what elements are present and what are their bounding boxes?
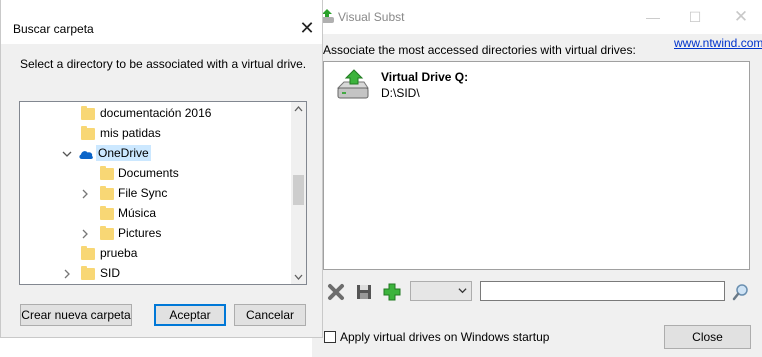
tree-item-label: prueba bbox=[100, 246, 138, 260]
browse-folder-dialog: Buscar carpeta ✕ Select a directory to b… bbox=[0, 0, 323, 338]
dialog-titlebar: Buscar carpeta ✕ bbox=[1, 0, 322, 44]
folder-icon bbox=[100, 206, 114, 220]
add-icon[interactable] bbox=[382, 282, 402, 302]
chevron-right-icon[interactable] bbox=[80, 229, 90, 239]
tree-item-sid[interactable]: SID bbox=[20, 264, 292, 284]
tree-item-label: SID bbox=[100, 266, 121, 280]
tree-item-label: Documents bbox=[118, 166, 179, 180]
chevron-down-icon[interactable] bbox=[62, 149, 72, 159]
tree-item-label: documentación 2016 bbox=[100, 106, 212, 120]
virtual-drive-list[interactable]: Virtual Drive Q: D:\SID\ bbox=[323, 61, 750, 270]
folder-icon bbox=[81, 246, 95, 260]
ok-button[interactable]: Aceptar bbox=[154, 304, 226, 326]
save-icon[interactable] bbox=[354, 282, 374, 302]
folder-icon bbox=[100, 226, 114, 240]
path-input[interactable] bbox=[480, 281, 725, 301]
close-button[interactable]: Close bbox=[664, 325, 751, 349]
drive-name: Virtual Drive Q: bbox=[381, 70, 469, 84]
tree-item-mis-patidas[interactable]: mis patidas bbox=[20, 124, 292, 144]
chevron-right-icon[interactable] bbox=[62, 269, 72, 279]
onedrive-cloud-icon bbox=[79, 151, 93, 159]
tree-item-label: File Sync bbox=[118, 186, 168, 200]
delete-icon[interactable] bbox=[326, 282, 346, 302]
tree-item-documents[interactable]: Documents bbox=[20, 164, 292, 184]
maximize-button[interactable]: ☐ bbox=[684, 6, 706, 28]
tree-item-label: OneDrive bbox=[96, 145, 151, 161]
tree-scrollbar[interactable] bbox=[291, 102, 306, 284]
folder-icon bbox=[81, 266, 95, 280]
drive-letter-select[interactable] bbox=[410, 281, 472, 301]
folder-tree[interactable]: documentación 2016 mis patidas OneDrive … bbox=[19, 101, 307, 285]
tree-item-pictures[interactable]: Pictures bbox=[20, 224, 292, 244]
scroll-up-icon[interactable] bbox=[291, 102, 306, 116]
chevron-right-icon[interactable] bbox=[80, 189, 90, 199]
tree-item-musica[interactable]: Música bbox=[20, 204, 292, 224]
chevron-down-icon bbox=[458, 288, 467, 294]
virtual-drive-icon bbox=[336, 69, 369, 99]
minimize-button[interactable]: — bbox=[642, 6, 664, 28]
folder-icon bbox=[100, 166, 114, 180]
folder-icon bbox=[81, 126, 95, 140]
tree-item-label: Música bbox=[118, 206, 157, 220]
drives-caption: Associate the most accessed directories … bbox=[323, 43, 636, 57]
startup-checkbox[interactable] bbox=[324, 331, 336, 343]
tree-item-prueba[interactable]: prueba bbox=[20, 244, 292, 264]
dialog-title: Buscar carpeta bbox=[13, 22, 94, 36]
startup-checkbox-label[interactable]: Apply virtual drives on Windows startup bbox=[340, 330, 549, 344]
tree-item-documentacion-2016[interactable]: documentación 2016 bbox=[20, 104, 292, 124]
window-title: Visual Subst bbox=[338, 10, 405, 24]
visual-subst-window: Visual Subst — ☐ ✕ www.ntwind.com Associ… bbox=[312, 0, 762, 357]
window-close-button[interactable]: ✕ bbox=[730, 6, 752, 28]
new-folder-button[interactable]: Crear nueva carpeta bbox=[20, 304, 132, 326]
scroll-down-icon[interactable] bbox=[291, 270, 306, 284]
tree-item-label: Pictures bbox=[118, 226, 162, 240]
drive-path: D:\SID\ bbox=[381, 86, 420, 100]
visual-subst-titlebar: Visual Subst — ☐ ✕ bbox=[312, 0, 762, 34]
folder-icon bbox=[81, 106, 95, 120]
tree-item-onedrive[interactable]: OneDrive bbox=[20, 144, 292, 164]
search-icon[interactable] bbox=[732, 283, 750, 301]
folder-icon bbox=[100, 186, 114, 200]
dialog-caption: Select a directory to be associated with… bbox=[20, 57, 307, 71]
scrollbar-thumb[interactable] bbox=[293, 175, 304, 205]
tree-item-label: mis patidas bbox=[100, 126, 161, 140]
cancel-button[interactable]: Cancelar bbox=[234, 304, 306, 326]
tree-item-file-sync[interactable]: File Sync bbox=[20, 184, 292, 204]
dialog-close-icon[interactable]: ✕ bbox=[297, 18, 317, 38]
website-link[interactable]: www.ntwind.com bbox=[674, 36, 762, 50]
